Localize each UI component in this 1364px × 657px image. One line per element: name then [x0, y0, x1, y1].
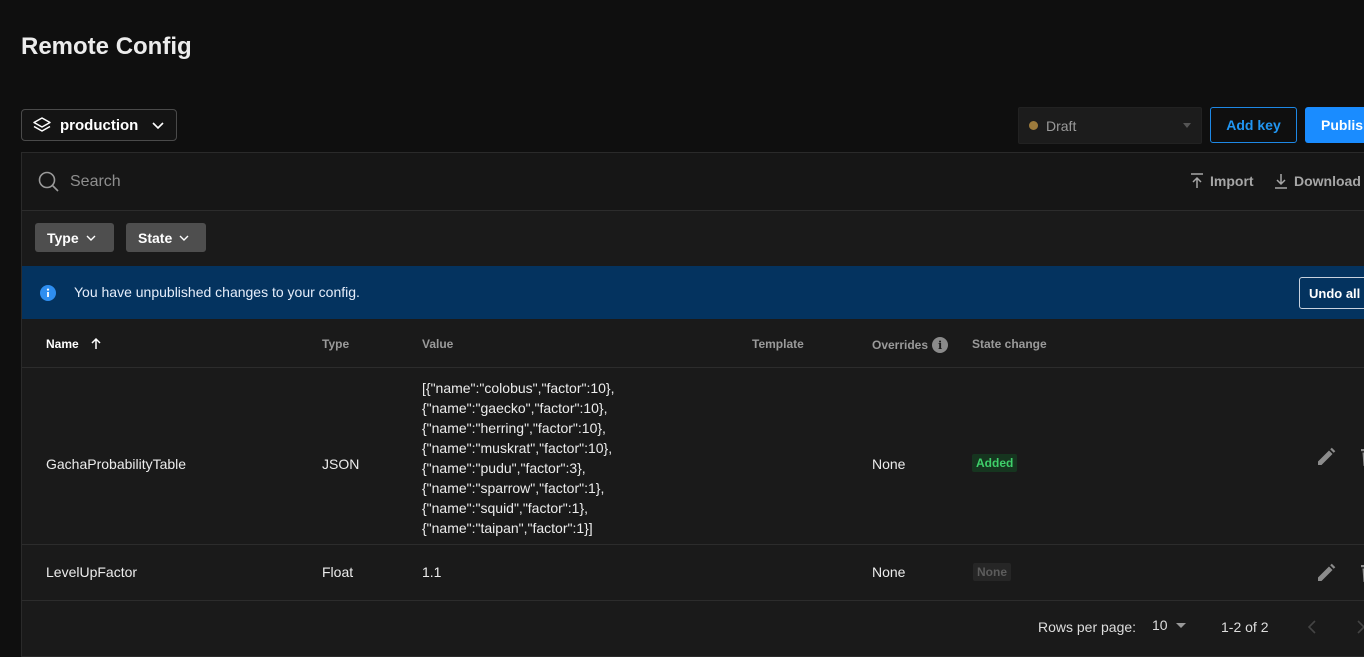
sort-arrow-up-icon	[91, 337, 101, 349]
import-label: Import	[1210, 173, 1254, 189]
state-badge-added: Added	[972, 454, 1018, 472]
value-line: {"name":"gaecko","factor":10},	[422, 400, 608, 416]
value-line: {"name":"squid","factor":1},	[422, 500, 589, 516]
value-line: {"name":"pudu","factor":3},	[422, 460, 586, 476]
overrides-info-icon[interactable]: i	[932, 337, 949, 353]
caret-down-icon	[1175, 622, 1186, 628]
page-title: Remote Config	[21, 33, 192, 60]
trash-icon[interactable]	[1358, 562, 1364, 584]
undo-all-button[interactable]: Undo all	[1299, 277, 1364, 309]
value-line: {"name":"taipan","factor":1}]	[422, 520, 593, 536]
search-input[interactable]	[68, 169, 672, 195]
add-key-button[interactable]: Add key	[1210, 107, 1297, 143]
column-state-change: State change	[972, 337, 1047, 351]
layers-icon	[33, 117, 51, 132]
column-overrides: Overrides i	[872, 337, 949, 353]
search-icon	[38, 171, 59, 192]
state-badge-none: None	[973, 563, 1011, 581]
table-row[interactable]: GachaProbabilityTable JSON [{"name":"col…	[22, 368, 1364, 545]
chevron-down-icon	[152, 122, 164, 130]
column-name-label: Name	[46, 337, 79, 351]
info-icon	[40, 285, 56, 301]
chevron-down-icon	[179, 235, 189, 241]
upload-icon	[1191, 173, 1203, 188]
status-value: Draft	[1046, 117, 1077, 134]
chevron-right-icon[interactable]	[1352, 618, 1364, 636]
state-filter-label: State	[138, 229, 173, 246]
state-filter[interactable]: State	[126, 223, 206, 252]
table-row[interactable]: LevelUpFactor Float 1.1 None None	[22, 545, 1364, 601]
row-overrides: None	[872, 456, 906, 472]
value-line: {"name":"muskrat","factor":10},	[422, 440, 613, 456]
chevron-down-icon	[86, 235, 96, 241]
rows-per-page-label: Rows per page:	[1038, 619, 1137, 635]
row-value: 1.1	[422, 564, 442, 580]
status-dot	[1029, 121, 1038, 130]
caret-down-icon	[1183, 123, 1191, 128]
banner-message: You have unpublished changes to your con…	[74, 284, 360, 300]
row-overrides: None	[872, 564, 906, 580]
row-name: LevelUpFactor	[46, 564, 138, 580]
search-bar: Import Download	[22, 153, 1364, 211]
row-type: JSON	[322, 456, 360, 472]
chevron-left-icon[interactable]	[1305, 618, 1321, 636]
config-panel: Import Download Type State You have unpu…	[21, 152, 1364, 657]
environment-label: production	[60, 116, 139, 134]
value-line: [{"name":"colobus","factor":10},	[422, 380, 615, 396]
type-filter-label: Type	[47, 229, 79, 246]
column-type: Type	[322, 337, 350, 351]
rows-per-page-value: 10	[1152, 617, 1168, 633]
row-type: Float	[322, 564, 354, 580]
unpublished-banner: You have unpublished changes to your con…	[22, 266, 1364, 319]
status-select[interactable]: Draft	[1018, 107, 1202, 144]
column-template: Template	[752, 337, 804, 351]
value-line: {"name":"herring","factor":10},	[422, 420, 606, 436]
row-value: [{"name":"colobus","factor":10}, {"name"…	[422, 378, 614, 538]
pagination: Rows per page: 10 1-2 of 2	[22, 601, 1364, 656]
value-line: {"name":"sparrow","factor":1},	[422, 480, 605, 496]
environment-selector[interactable]: production	[21, 109, 177, 141]
rows-per-page-select[interactable]: 10	[1152, 617, 1186, 633]
download-icon	[1275, 174, 1287, 189]
column-overrides-label: Overrides	[872, 338, 929, 352]
import-button[interactable]: Import	[1190, 173, 1254, 189]
table-header: Name Type Value Template Overrides i Sta…	[22, 319, 1364, 368]
publish-button[interactable]: Publish	[1305, 107, 1364, 143]
type-filter[interactable]: Type	[35, 223, 114, 252]
row-name: GachaProbabilityTable	[46, 456, 187, 472]
trash-icon[interactable]	[1358, 446, 1364, 468]
filter-bar: Type State	[22, 211, 1364, 266]
edit-icon[interactable]	[1315, 446, 1337, 468]
edit-icon[interactable]	[1315, 562, 1337, 584]
column-value: Value	[422, 337, 454, 351]
page-range: 1-2 of 2	[1221, 619, 1269, 635]
download-label: Download	[1294, 173, 1361, 189]
column-name[interactable]: Name	[46, 337, 103, 351]
download-button[interactable]: Download	[1274, 173, 1361, 189]
